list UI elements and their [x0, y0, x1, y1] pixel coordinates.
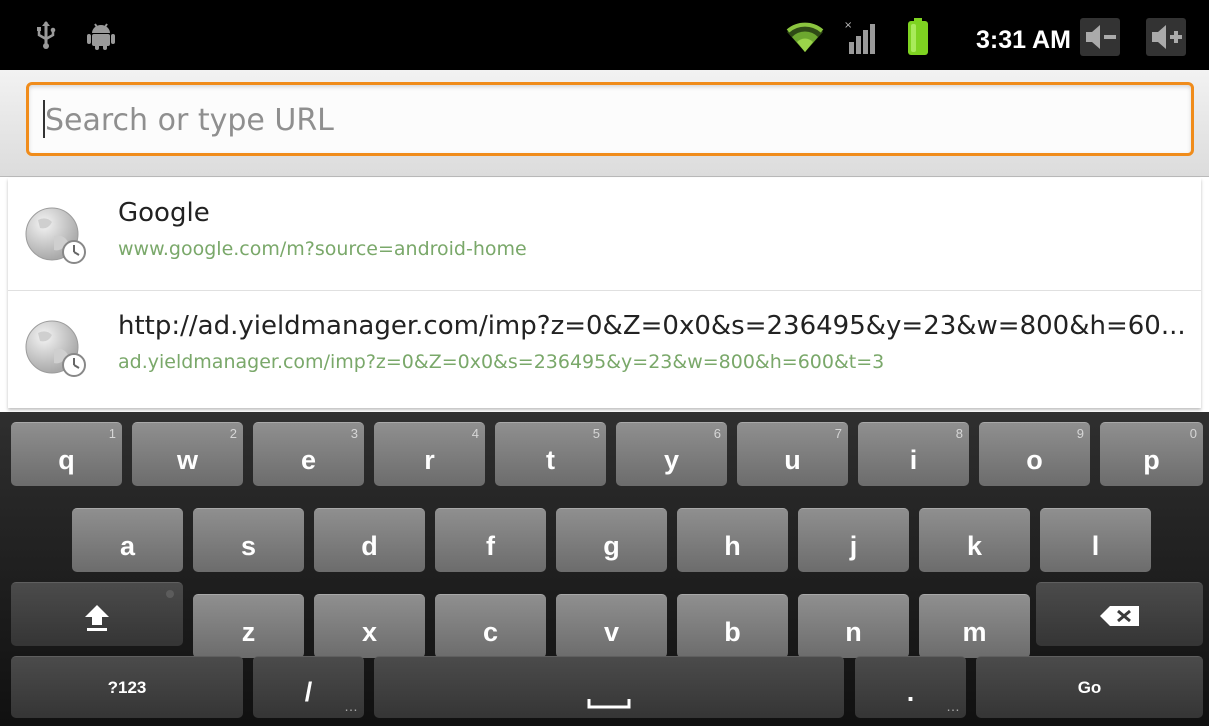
slash-key[interactable]: /… — [253, 656, 364, 718]
key-o[interactable]: 9o — [979, 422, 1090, 486]
key-z[interactable]: z — [193, 594, 304, 658]
backspace-key[interactable] — [1036, 582, 1203, 646]
volume-down-icon[interactable] — [1080, 18, 1120, 56]
key-t[interactable]: 5t — [495, 422, 606, 486]
suggestion-url: ad.yieldmanager.com/imp?z=0&Z=0x0&s=2364… — [118, 351, 885, 373]
shift-key[interactable] — [11, 582, 183, 646]
key-c[interactable]: c — [435, 594, 546, 658]
key-d[interactable]: d — [314, 508, 425, 572]
battery-icon — [908, 18, 928, 55]
address-bar — [0, 70, 1209, 177]
period-key[interactable]: .… — [855, 656, 966, 718]
backspace-icon — [1100, 606, 1139, 626]
text-caret — [43, 100, 45, 138]
suggestion-item[interactable]: http://ad.yieldmanager.com/imp?z=0&Z=0x0… — [8, 291, 1201, 403]
key-r[interactable]: 4r — [374, 422, 485, 486]
key-x[interactable]: x — [314, 594, 425, 658]
key-j[interactable]: j — [798, 508, 909, 572]
key-l[interactable]: l — [1040, 508, 1151, 572]
usb-icon — [37, 21, 56, 49]
signal-icon: × — [844, 20, 875, 54]
url-input[interactable] — [43, 85, 1167, 155]
go-key[interactable]: Go — [976, 656, 1203, 718]
key-u[interactable]: 7u — [737, 422, 848, 486]
url-field-frame[interactable] — [26, 82, 1194, 156]
key-w[interactable]: 2w — [132, 422, 243, 486]
suggestion-url: www.google.com/m?source=android-home — [118, 238, 527, 260]
svg-text:×: × — [844, 20, 852, 31]
symbols-key[interactable]: ?123 — [11, 656, 243, 718]
key-v[interactable]: v — [556, 594, 667, 658]
status-bar: × 3:31 AM — [0, 0, 1209, 70]
caps-indicator-icon — [166, 590, 174, 598]
more-keys-indicator: … — [946, 698, 960, 714]
volume-up-icon[interactable] — [1146, 18, 1186, 56]
key-b[interactable]: b — [677, 594, 788, 658]
clock-time: 3:31 AM — [976, 26, 1071, 54]
space-bar-icon — [587, 699, 631, 709]
more-keys-indicator: … — [344, 698, 358, 714]
shift-arrow-icon — [85, 605, 109, 631]
key-s[interactable]: s — [193, 508, 304, 572]
suggestion-item[interactable]: Google www.google.com/m?source=android-h… — [8, 178, 1201, 291]
key-f[interactable]: f — [435, 508, 546, 572]
suggestion-title: Google — [118, 198, 210, 228]
key-g[interactable]: g — [556, 508, 667, 572]
key-n[interactable]: n — [798, 594, 909, 658]
space-key[interactable] — [374, 656, 844, 718]
key-p[interactable]: 0p — [1100, 422, 1203, 486]
suggestion-title: http://ad.yieldmanager.com/imp?z=0&Z=0x0… — [118, 311, 1186, 341]
key-e[interactable]: 3e — [253, 422, 364, 486]
soft-keyboard: 1q 2w 3e 4r 5t 6y 7u 8i 9o 0p a s d f g … — [0, 412, 1209, 726]
suggestion-list: Google www.google.com/m?source=android-h… — [8, 178, 1201, 408]
key-h[interactable]: h — [677, 508, 788, 572]
key-y[interactable]: 6y — [616, 422, 727, 486]
key-q[interactable]: 1q — [11, 422, 122, 486]
history-globe-icon — [25, 320, 86, 377]
history-globe-icon — [25, 207, 86, 264]
android-debug-icon — [87, 23, 115, 50]
key-i[interactable]: 8i — [858, 422, 969, 486]
key-m[interactable]: m — [919, 594, 1030, 658]
key-a[interactable]: a — [72, 508, 183, 572]
wifi-icon — [786, 22, 824, 52]
key-k[interactable]: k — [919, 508, 1030, 572]
